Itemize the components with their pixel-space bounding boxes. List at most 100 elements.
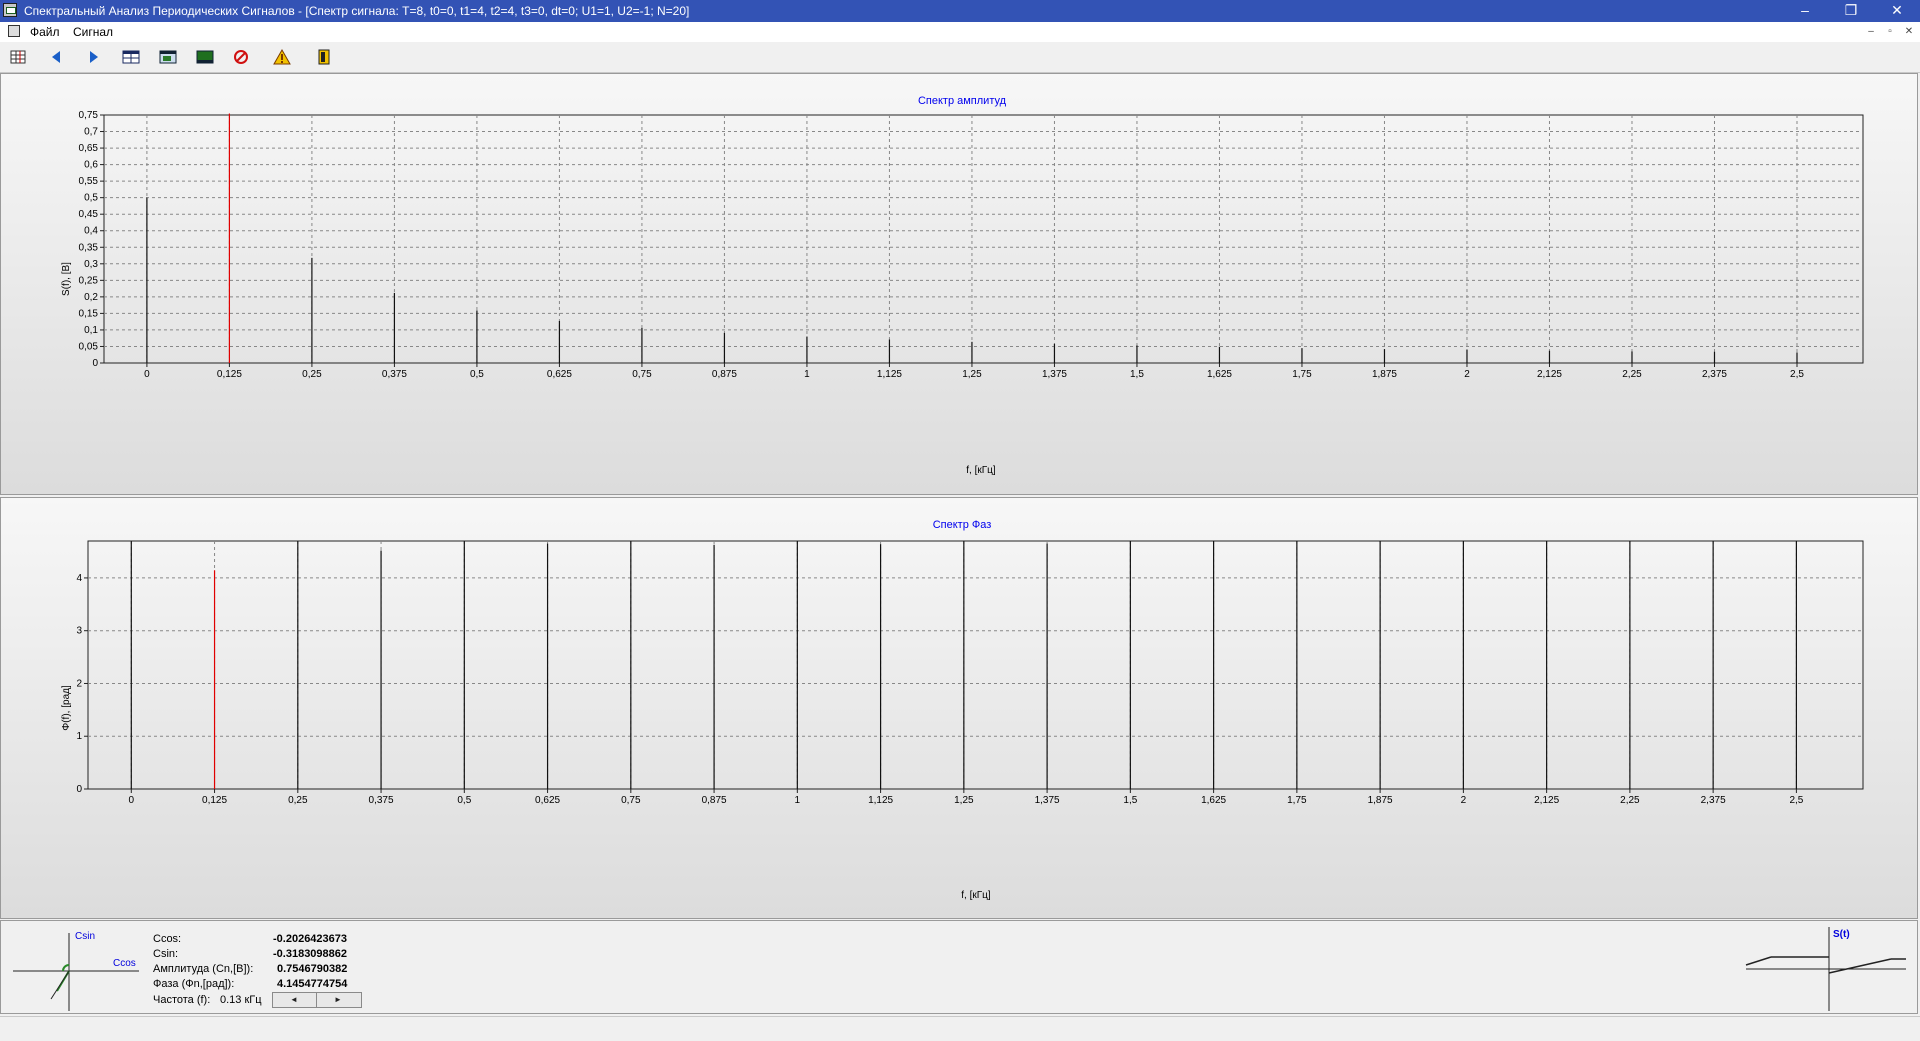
y-tick-label: 0,25: [79, 275, 99, 286]
stop-button[interactable]: [230, 47, 252, 67]
signal-label: S(t): [1833, 929, 1850, 940]
ccos-label-text: Ccos:: [153, 933, 182, 945]
x-tick-label: 0,875: [702, 795, 727, 806]
amplitude-value: 0.7546790382: [277, 963, 348, 975]
window-icon: [159, 50, 177, 64]
phase-label: Фаза (Фn,[рад]):: [153, 978, 235, 990]
table-grid-button[interactable]: [7, 47, 29, 67]
table-grid-icon: [10, 50, 26, 64]
amplitude-label: Амплитуда (Cn,[В]):: [153, 963, 254, 975]
menu-file[interactable]: Файл: [30, 25, 60, 39]
y-tick-label: 0,3: [84, 259, 98, 270]
x-tick-label: 2,25: [1620, 795, 1640, 806]
frequency-scrollbar[interactable]: ◄ ►: [272, 992, 362, 1008]
x-tick-label: 1,75: [1292, 369, 1312, 380]
phase-spectrum-panel: Спектр Фаз f, [кГц] Φ(f), [рад] 0 1 2 3 4 0 0,…: [0, 497, 1918, 919]
statusbar: [0, 1016, 1920, 1041]
x-tick-label: 0,75: [621, 795, 641, 806]
arrow-left-icon: [52, 51, 60, 63]
app-icon: [3, 3, 17, 17]
x-tick-label: 0: [129, 795, 135, 806]
x-tick-label: 2,125: [1537, 369, 1562, 380]
x-tick-label: 1,375: [1035, 795, 1060, 806]
x-tick-label: 2,375: [1701, 795, 1726, 806]
screen-button[interactable]: [194, 47, 216, 67]
x-tick-label: 0,375: [382, 369, 407, 380]
minimize-button[interactable]: –: [1782, 0, 1828, 22]
y-tick-label: 0: [76, 784, 82, 795]
y-tick-label: 0,6: [84, 160, 98, 171]
amplitude-vector: [50, 970, 70, 1000]
signal-line-left: [1745, 956, 1772, 966]
mdi-minimize-icon[interactable]: –: [1864, 25, 1878, 39]
phase-spectrum-chart: Спектр Фаз f, [кГц] Φ(f), [рад] 0 1 2 3 4 0 0,…: [1, 498, 1917, 918]
amplitude-spectrum-panel: Спектр амплитуд f, [кГц] S(f), [В] 0 0,05…: [0, 73, 1918, 495]
y-tick-label: 0,75: [79, 110, 99, 121]
x-tick-label: 1,125: [877, 369, 902, 380]
x-tick-label: 1,125: [868, 795, 893, 806]
warning-button[interactable]: [271, 47, 293, 67]
warning-icon: [273, 49, 291, 65]
y-axis-label: S(f), [В]: [61, 262, 72, 296]
chart-title: Спектр Фаз: [933, 519, 992, 531]
y-tick-label: 0,5: [84, 193, 98, 204]
csin-value: -0.3183098862: [273, 948, 348, 960]
y-tick-label: 1: [76, 731, 82, 742]
x-tick-label: 0,5: [457, 795, 471, 806]
x-tick-label: 1,375: [1042, 369, 1067, 380]
signal-line-right: [1828, 958, 1892, 974]
x-tick-label: 1,875: [1368, 795, 1393, 806]
window-button[interactable]: [157, 47, 179, 67]
x-tick-label: 2,125: [1534, 795, 1559, 806]
y-axis-label: Φ(f), [рад]: [61, 685, 72, 731]
y-tick-label: 3: [76, 626, 82, 637]
x-tick-label: 0: [144, 369, 150, 380]
x-tick-label: 1,5: [1130, 369, 1144, 380]
scroll-right-icon[interactable]: ►: [331, 994, 345, 1006]
y-tick-label: 0,55: [79, 176, 99, 187]
window-title: Спектральный Анализ Периодических Сигнал…: [24, 4, 690, 18]
y-tick-label: 0,65: [79, 143, 99, 154]
exit-button[interactable]: [313, 47, 335, 67]
close-button[interactable]: ✕: [1874, 0, 1920, 22]
maximize-button[interactable]: ❐: [1828, 0, 1874, 22]
x-tick-label: 1: [795, 795, 801, 806]
x-tick-label: 2: [1461, 795, 1467, 806]
table-button[interactable]: [120, 47, 142, 67]
scroll-left-icon[interactable]: ◄: [287, 994, 301, 1006]
x-tick-label: 2,375: [1702, 369, 1727, 380]
document-icon[interactable]: [8, 25, 20, 37]
exit-door-icon: [318, 49, 330, 65]
menubar: Файл Сигнал – ▫ ✕: [0, 22, 1920, 42]
toolbar: [0, 42, 1920, 73]
x-tick-label: 1,25: [954, 795, 974, 806]
x-tick-label: 2,5: [1790, 369, 1804, 380]
y-tick-label: 4: [76, 573, 82, 584]
vector-diagram: Csin Ccos: [13, 931, 139, 1011]
x-tick-label: 0,375: [369, 795, 394, 806]
x-tick-label: 0,25: [288, 795, 308, 806]
ccos-value: -0.2026423673: [273, 933, 348, 945]
previous-button[interactable]: [45, 47, 67, 67]
signal-preview: S(t): [1745, 927, 1906, 1011]
x-tick-label: 1: [804, 369, 810, 380]
next-button[interactable]: [83, 47, 105, 67]
mdi-restore-icon[interactable]: ▫: [1883, 25, 1897, 39]
mdi-close-icon[interactable]: ✕: [1902, 25, 1916, 39]
x-tick-label: 2: [1464, 369, 1470, 380]
y-tick-label: 0,15: [79, 308, 99, 319]
menu-signal[interactable]: Сигнал: [73, 25, 113, 39]
frequency-label: Частота (f):: [153, 994, 211, 1006]
x-axis-label: f, [кГц]: [961, 890, 991, 901]
chart-title: Спектр амплитуд: [918, 95, 1007, 107]
stop-icon: [234, 50, 248, 64]
scroll-divider: [316, 993, 317, 1007]
x-tick-label: 2,5: [1789, 795, 1803, 806]
x-tick-label: 1,625: [1207, 369, 1232, 380]
x-tick-label: 1,875: [1372, 369, 1397, 380]
x-tick-label: 1,75: [1287, 795, 1307, 806]
y-tick-label: 2: [76, 678, 82, 689]
y-tick-label: 0: [92, 358, 98, 369]
csin-label-text: Csin:: [153, 948, 179, 960]
x-tick-label: 0,75: [632, 369, 652, 380]
